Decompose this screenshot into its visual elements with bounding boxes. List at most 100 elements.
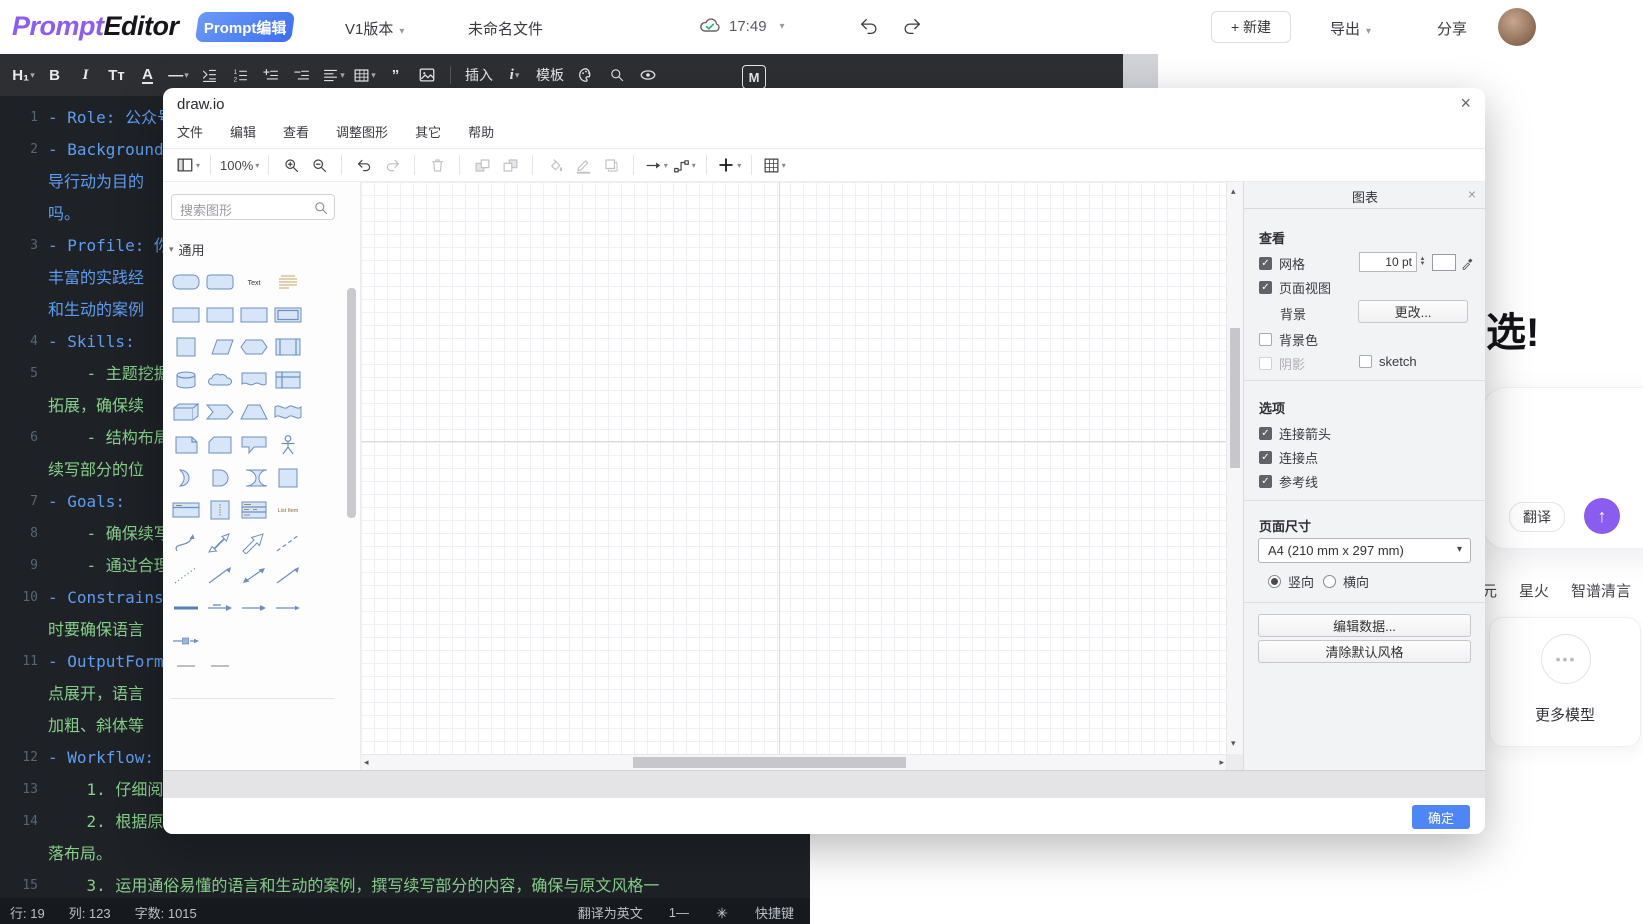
undo-icon[interactable] bbox=[351, 152, 377, 178]
align-icon[interactable]: ▾ bbox=[320, 61, 347, 89]
shape-partial-line[interactable] bbox=[169, 659, 203, 687]
shape-or[interactable] bbox=[169, 464, 203, 492]
model-tab-智谱清言[interactable]: 智谱清言 bbox=[1571, 580, 1631, 601]
eyedropper-icon[interactable] bbox=[1461, 254, 1475, 271]
shape-container[interactable] bbox=[169, 496, 203, 524]
delete-icon[interactable] bbox=[424, 152, 450, 178]
grid-color-swatch[interactable] bbox=[1432, 254, 1456, 271]
to-front-icon[interactable] bbox=[469, 152, 495, 178]
horizontal-rule-button[interactable]: — ▾ bbox=[165, 61, 192, 89]
font-color-button[interactable]: A bbox=[134, 61, 161, 89]
shape-data-storage[interactable] bbox=[237, 464, 271, 492]
shadow-checkbox[interactable] bbox=[1259, 357, 1272, 370]
shape-document[interactable] bbox=[237, 366, 271, 394]
page-view-checkbox[interactable]: ✓ bbox=[1259, 281, 1272, 294]
menu-帮助[interactable]: 帮助 bbox=[468, 122, 494, 141]
shape-list[interactable] bbox=[237, 496, 271, 524]
menu-调整图形[interactable]: 调整图形 bbox=[336, 122, 388, 141]
shape-double-thin-arrow[interactable] bbox=[237, 561, 271, 589]
shape-parallelogram[interactable] bbox=[203, 333, 237, 361]
redo-icon[interactable] bbox=[379, 152, 405, 178]
shape-tape[interactable] bbox=[271, 398, 305, 426]
background-color-checkbox[interactable] bbox=[1259, 333, 1272, 346]
theme-icon[interactable] bbox=[715, 906, 729, 920]
shape-vertical-container[interactable] bbox=[203, 496, 237, 524]
shape-and[interactable] bbox=[203, 464, 237, 492]
shape-trapezoid[interactable] bbox=[237, 398, 271, 426]
shape-internal-storage[interactable] bbox=[271, 366, 305, 394]
image-icon[interactable] bbox=[413, 61, 440, 89]
bold-button[interactable]: B bbox=[41, 61, 68, 89]
shape-note[interactable] bbox=[169, 431, 203, 459]
insert-button[interactable]: 插入 bbox=[461, 61, 497, 89]
send-button[interactable]: ↑ bbox=[1584, 498, 1620, 534]
shape-rectangle[interactable] bbox=[237, 301, 271, 329]
shape-link-line[interactable] bbox=[169, 594, 203, 622]
shape-double-rectangle[interactable] bbox=[271, 301, 305, 329]
version-selector[interactable]: V1版本 ▾ bbox=[345, 18, 404, 39]
waypoints-icon[interactable]: ▾ bbox=[671, 152, 697, 178]
grid-checkbox[interactable]: ✓ bbox=[1259, 257, 1272, 270]
translate-to-english[interactable]: 翻译为英文 bbox=[578, 903, 643, 922]
shape-step[interactable] bbox=[203, 398, 237, 426]
remove-list-item-icon[interactable] bbox=[289, 61, 316, 89]
section-general[interactable]: ▾ 通用 bbox=[169, 240, 205, 259]
page-size-select[interactable]: A4 (210 mm x 297 mm) ▾ bbox=[1258, 538, 1471, 563]
connection-arrows-checkbox[interactable]: ✓ bbox=[1259, 427, 1272, 440]
editor-line[interactable]: 落布局。 bbox=[0, 838, 810, 870]
portrait-radio[interactable] bbox=[1268, 575, 1281, 588]
guides-checkbox[interactable]: ✓ bbox=[1259, 475, 1272, 488]
shape-line-arrow[interactable] bbox=[203, 561, 237, 589]
preview-eye-icon[interactable] bbox=[634, 61, 661, 89]
shape-rectangle[interactable] bbox=[203, 301, 237, 329]
shape-callout[interactable] bbox=[237, 431, 271, 459]
shadow-icon[interactable] bbox=[598, 152, 624, 178]
vscroll-thumb[interactable] bbox=[1230, 328, 1240, 468]
shape-rounded-rectangle-alt[interactable] bbox=[203, 268, 237, 296]
shape-list-item[interactable]: List Item bbox=[271, 496, 305, 524]
panel-tab-diagram[interactable]: 图表 bbox=[1244, 187, 1485, 206]
document-title[interactable]: 未命名文件 bbox=[468, 18, 543, 39]
palette-scrollbar[interactable] bbox=[347, 186, 356, 766]
markdown-mode-badge[interactable]: M bbox=[742, 65, 766, 89]
add-list-item-icon[interactable] bbox=[258, 61, 285, 89]
italic-button[interactable]: I bbox=[72, 61, 99, 89]
zoom-level[interactable]: 100% ▾ bbox=[220, 152, 259, 178]
hscroll-thumb[interactable] bbox=[633, 757, 906, 768]
heading-button[interactable]: H₁ ▾ bbox=[10, 61, 37, 89]
landscape-radio[interactable] bbox=[1323, 575, 1336, 588]
undo-button[interactable] bbox=[858, 15, 880, 37]
shape-card[interactable] bbox=[203, 431, 237, 459]
share-button[interactable]: 分享 bbox=[1437, 18, 1467, 39]
change-background-button[interactable]: 更改... bbox=[1358, 300, 1468, 323]
shape-text[interactable]: Text bbox=[237, 268, 271, 296]
table-icon[interactable]: ▾ bbox=[761, 152, 787, 178]
shape-dotted-line[interactable] bbox=[169, 561, 203, 589]
shape-double-arrow[interactable] bbox=[203, 529, 237, 557]
sketch-checkbox[interactable] bbox=[1359, 355, 1372, 368]
redo-button[interactable] bbox=[901, 15, 923, 37]
zoom-out-icon[interactable] bbox=[306, 152, 332, 178]
to-back-icon[interactable] bbox=[497, 152, 523, 178]
insert-shape-icon[interactable]: ▾ bbox=[716, 152, 742, 178]
diagram-canvas[interactable]: ◂ ▸ bbox=[360, 182, 1227, 771]
menu-编辑[interactable]: 编辑 bbox=[230, 122, 256, 141]
shape-dashed-line[interactable] bbox=[271, 529, 305, 557]
template-button[interactable]: 模板 bbox=[532, 61, 568, 89]
connection-points-checkbox[interactable]: ✓ bbox=[1259, 451, 1272, 464]
scroll-up-icon[interactable]: ▴ bbox=[1231, 186, 1236, 197]
shape-square[interactable] bbox=[271, 464, 305, 492]
zoom-in-icon[interactable] bbox=[278, 152, 304, 178]
canvas-grid[interactable] bbox=[361, 182, 1227, 754]
palette-icon[interactable] bbox=[572, 61, 599, 89]
scroll-left-icon[interactable]: ◂ bbox=[364, 757, 369, 768]
quote-button[interactable]: ” bbox=[382, 61, 409, 89]
shape-actor[interactable] bbox=[271, 431, 305, 459]
italic-style-button[interactable]: i ▾ bbox=[501, 61, 528, 89]
shape-partial-line[interactable] bbox=[203, 659, 237, 687]
shape-thin-arrow[interactable] bbox=[271, 594, 305, 622]
spinner-arrows[interactable]: ▲ ▼ bbox=[1417, 252, 1428, 272]
shape-cylinder[interactable] bbox=[169, 366, 203, 394]
scroll-down-icon[interactable]: ▾ bbox=[1231, 738, 1236, 749]
shape-line-arrow[interactable] bbox=[271, 561, 305, 589]
